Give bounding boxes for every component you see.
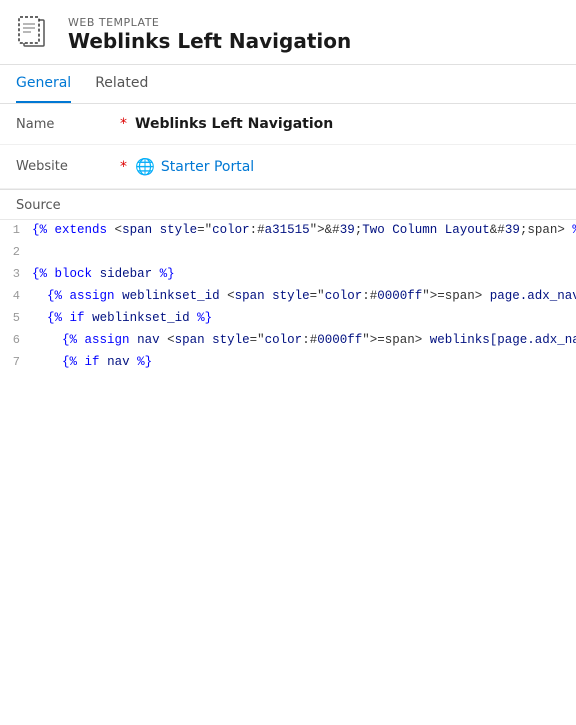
line-number: 5 — [0, 308, 32, 330]
source-label: Source — [0, 190, 576, 219]
web-template-icon — [16, 14, 56, 54]
line-content: {% assign weblinkset_id <span style="col… — [32, 286, 576, 308]
website-required: * — [120, 159, 127, 175]
website-value: Starter Portal — [161, 159, 254, 175]
name-value: Weblinks Left Navigation — [135, 116, 333, 132]
line-number: 7 — [0, 352, 32, 374]
header-category: WEB TEMPLATE — [68, 16, 351, 29]
line-number: 4 — [0, 286, 32, 308]
line-content: {% if nav %} — [32, 352, 576, 374]
code-line: 2 — [0, 242, 576, 264]
tab-bar: General Related — [0, 65, 576, 104]
code-editor[interactable]: 1{% extends <span style="color:#a31515">… — [0, 219, 576, 374]
source-section: Source 1{% extends <span style="color:#a… — [0, 190, 576, 374]
code-line: 1{% extends <span style="color:#a31515">… — [0, 220, 576, 242]
line-number: 2 — [0, 242, 32, 264]
line-content: {% if weblinkset_id %} — [32, 308, 576, 330]
line-number: 3 — [0, 264, 32, 286]
line-number: 1 — [0, 220, 32, 242]
tab-related[interactable]: Related — [95, 65, 148, 103]
code-line: 7 {% if nav %} — [0, 352, 576, 374]
website-label: Website — [16, 159, 116, 174]
line-content: {% extends <span style="color:#a31515">&… — [32, 220, 576, 242]
line-content: {% assign nav <span style="color:#0000ff… — [32, 330, 576, 352]
code-line: 3{% block sidebar %} — [0, 264, 576, 286]
globe-icon: 🌐 — [135, 157, 155, 176]
code-line: 4 {% assign weblinkset_id <span style="c… — [0, 286, 576, 308]
website-value-link[interactable]: 🌐 Starter Portal — [135, 157, 254, 176]
page-header: WEB TEMPLATE Weblinks Left Navigation — [0, 0, 576, 65]
name-field-row: Name * Weblinks Left Navigation — [0, 104, 576, 145]
line-content: {% block sidebar %} — [32, 264, 576, 286]
header-text-block: WEB TEMPLATE Weblinks Left Navigation — [68, 16, 351, 53]
code-line: 5 {% if weblinkset_id %} — [0, 308, 576, 330]
name-label: Name — [16, 117, 116, 132]
header-title: Weblinks Left Navigation — [68, 29, 351, 53]
website-field-row: Website * 🌐 Starter Portal — [0, 145, 576, 189]
code-line: 6 {% assign nav <span style="color:#0000… — [0, 330, 576, 352]
tab-general[interactable]: General — [16, 65, 71, 103]
line-number: 6 — [0, 330, 32, 352]
name-required: * — [120, 116, 127, 132]
line-content — [32, 242, 576, 264]
fields-section: Name * Weblinks Left Navigation Website … — [0, 104, 576, 190]
